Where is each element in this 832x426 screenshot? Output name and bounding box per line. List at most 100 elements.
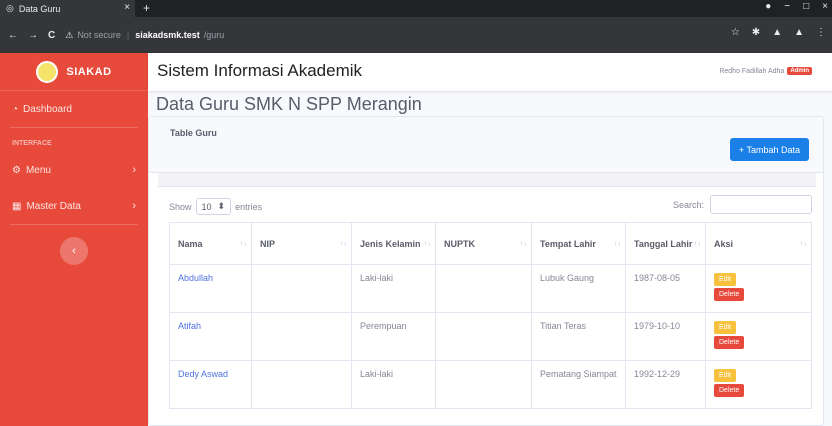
extensions-icon[interactable]: ✱ (752, 27, 760, 38)
cell-nip (251, 360, 352, 409)
card-header: Table Guru + Tambah Data (149, 117, 823, 173)
cell-tanggal-lahir: 1979-10-10 (625, 312, 706, 361)
cell-tempat-lahir: Titian Teras (531, 312, 626, 361)
entries-value: 10 (201, 201, 212, 212)
gear-icon: ⚙ (12, 164, 21, 176)
delete-button[interactable]: Delete (714, 336, 745, 349)
minimize-button[interactable]: − (784, 1, 790, 12)
tab-close-icon[interactable]: × (124, 2, 130, 13)
cell-nip (251, 312, 352, 361)
sort-icon: ↑↓ (240, 240, 247, 247)
app-title: Sistem Informasi Akademik (157, 61, 363, 80)
teacher-table-card: Table Guru + Tambah Data Show 10 ⬍ entri… (148, 116, 824, 426)
teacher-table: Nama ↑↓ NIP ↑↓ Jenis Kelamin ↑↓ NUPTK ↑↓ Tem… (169, 222, 812, 409)
sidebar-item-label: Dashboard (23, 103, 72, 115)
sidebar-toggle-button[interactable]: ‹ (60, 237, 88, 265)
sidebar-item-master-data[interactable]: ▦ Master Data › (0, 188, 148, 224)
cell-nuptk (435, 360, 532, 409)
sort-icon: ↑↓ (340, 240, 347, 247)
warning-icon: ⚠ (65, 29, 74, 40)
tab-title: Data Guru (18, 3, 61, 14)
delete-button[interactable]: Delete (714, 384, 745, 397)
sidebar-item-menu[interactable]: ⚙ Menu › (0, 152, 148, 188)
dashboard-icon: ◔ (12, 103, 19, 115)
entries-label: entries (235, 201, 263, 212)
card-title: Table Guru (170, 128, 217, 138)
cell-jenis-kelamin: Perempuan (351, 312, 436, 361)
entries-length: Show 10 ⬍ entries (169, 198, 262, 215)
cell-nama[interactable]: Abdullah (169, 264, 252, 313)
brand-logo (36, 60, 59, 83)
table-row: Dedy Aswad Laki-laki Pematang Siampat 19… (169, 360, 812, 409)
sort-icon: ↑↓ (520, 240, 527, 247)
kebab-menu-icon[interactable]: ⋮ (816, 27, 826, 38)
page-title: Data Guru SMK N SPP Merangin (156, 94, 422, 114)
column-header-nuptk[interactable]: NUPTK ↑↓ (435, 222, 532, 265)
cell-tanggal-lahir: 1987-08-05 (625, 264, 706, 313)
cell-nuptk (435, 312, 532, 361)
forward-icon[interactable]: → (28, 30, 38, 41)
edit-button[interactable]: Edit (714, 321, 737, 334)
role-badge: Admin (787, 67, 812, 75)
entries-select[interactable]: 10 ⬍ (195, 198, 232, 215)
user-name: Redho Fadillah Adha (719, 67, 785, 75)
close-window-button[interactable]: × (822, 1, 828, 12)
search-input[interactable] (710, 195, 812, 214)
chevron-updown-icon: ⬍ (217, 201, 226, 211)
sidebar-item-label: Master Data (26, 200, 81, 212)
sort-icon: ↑↓ (424, 240, 431, 247)
browser-tab-bar: ◎ Data Guru × + ● − □ × (0, 0, 832, 17)
column-header-aksi[interactable]: Aksi ↑↓ (705, 222, 812, 265)
profile-icon[interactable]: ● (765, 1, 771, 12)
cell-tempat-lahir: Lubuk Gaung (531, 264, 626, 313)
card-toolbar-strip (158, 173, 816, 187)
account-icon[interactable]: ▲ (794, 27, 804, 38)
browser-tab[interactable]: ◎ Data Guru × (0, 0, 135, 17)
cell-aksi: Edit Delete (705, 264, 812, 313)
edit-button[interactable]: Edit (714, 369, 737, 382)
back-icon[interactable]: ← (8, 30, 18, 41)
table-row: Atifah Perempuan Titian Teras 1979-10-10… (169, 312, 812, 361)
bookmark-star-icon[interactable]: ☆ (731, 27, 740, 38)
new-tab-button[interactable]: + (143, 1, 150, 15)
profile-avatar-icon[interactable]: ▲ (772, 27, 782, 38)
sidebar-brand[interactable]: SIAKAD (0, 53, 148, 91)
cell-nip (251, 264, 352, 313)
reload-icon[interactable]: C (48, 30, 55, 41)
cell-jenis-kelamin: Laki-laki (351, 360, 436, 409)
column-header-tanggal-lahir[interactable]: Tanggal Lahir ↑↓ (625, 222, 706, 265)
column-header-nip[interactable]: NIP ↑↓ (251, 222, 352, 265)
sidebar-item-label: Menu (25, 164, 51, 176)
sort-icon: ↑↓ (614, 240, 621, 247)
column-header-tempat-lahir[interactable]: Tempat Lahir ↑↓ (531, 222, 626, 265)
cell-nama[interactable]: Atifah (169, 312, 252, 361)
chevron-right-icon: › (132, 200, 136, 212)
cell-jenis-kelamin: Laki-laki (351, 264, 436, 313)
add-data-button[interactable]: + Tambah Data (729, 138, 809, 161)
column-header-jenis-kelamin[interactable]: Jenis Kelamin ↑↓ (351, 222, 436, 265)
cell-nuptk (435, 264, 532, 313)
topbar: Sistem Informasi Akademik Redho Fadillah… (148, 53, 832, 91)
maximize-button[interactable]: □ (803, 1, 809, 12)
show-label: Show (169, 201, 192, 212)
search-label: Search: (672, 199, 704, 210)
sidebar-heading: INTERFACE (12, 140, 52, 147)
window-controls: ● − □ × (765, 1, 828, 12)
address-bar[interactable]: ⚠ Not secure | siakadsmk.test/guru (65, 26, 224, 44)
column-header-nama[interactable]: Nama ↑↓ (169, 222, 252, 265)
table-icon: ▦ (12, 200, 22, 212)
sidebar-item-dashboard[interactable]: ◔ Dashboard (0, 91, 148, 127)
datatable-controls: Show 10 ⬍ entries Search: (169, 195, 812, 215)
browser-toolbar: ← → C ⚠ Not secure | siakadsmk.test/guru… (0, 17, 832, 53)
chevron-right-icon: › (132, 164, 136, 176)
cell-nama[interactable]: Dedy Aswad (169, 360, 252, 409)
delete-button[interactable]: Delete (714, 288, 745, 301)
sidebar-divider (10, 224, 138, 225)
user-dropdown[interactable]: Redho Fadillah Adha Admin (719, 67, 812, 75)
table-row: Abdullah Laki-laki Lubuk Gaung 1987-08-0… (169, 264, 812, 313)
not-secure-label: Not secure (77, 30, 121, 40)
edit-button[interactable]: Edit (714, 273, 737, 286)
cell-tanggal-lahir: 1992-12-29 (625, 360, 706, 409)
browser-actions: ☆ ✱ ▲ ▲ ⋮ (731, 27, 826, 38)
tab-favicon-icon: ◎ (6, 3, 14, 13)
